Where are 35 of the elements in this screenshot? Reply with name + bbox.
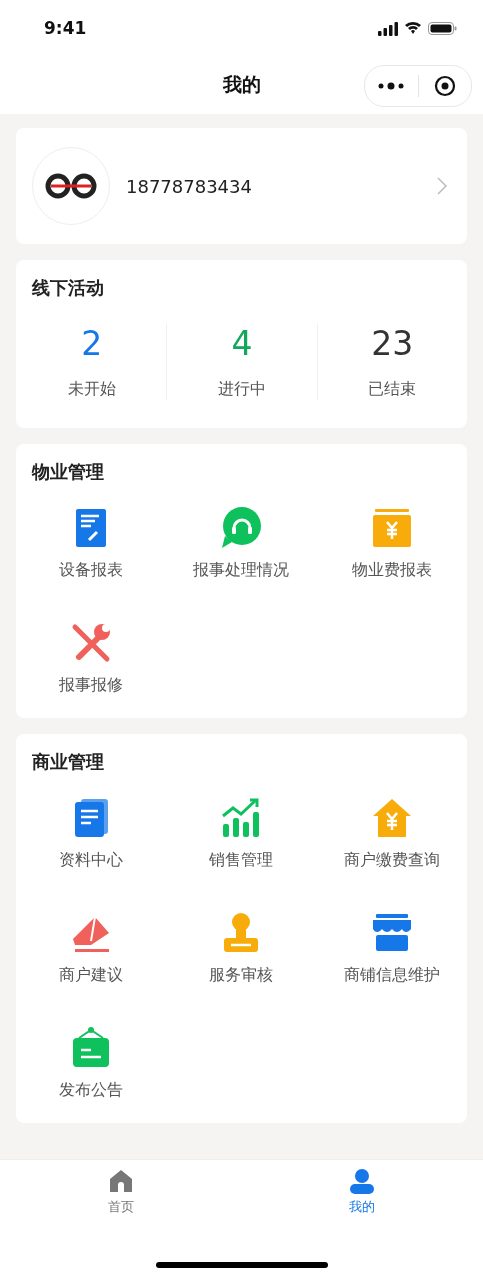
more-icon — [377, 82, 406, 90]
section-title: 线下活动 — [30, 276, 105, 300]
menu-item-label[interactable]: 报事报修 — [59, 675, 124, 696]
infinity-logo-icon — [43, 173, 99, 199]
menu-item-label[interactable]: 发布公告 — [59, 1080, 124, 1101]
menu-item-label[interactable]: 商户缴费查询 — [343, 850, 440, 871]
home-icon — [107, 1168, 134, 1194]
phone-number: 18778783434 — [126, 175, 253, 197]
target-icon — [433, 75, 456, 97]
tab-bar-item[interactable]: 我的 — [241, 1160, 483, 1216]
section-title: 物业管理 — [30, 460, 105, 484]
stat-label: 进行中 — [218, 379, 266, 400]
menu-item-label[interactable]: 物业费报表 — [351, 560, 432, 581]
battery-icon — [428, 21, 457, 35]
stat-count[interactable]: 23 — [371, 324, 414, 363]
menu-item-label[interactable]: 销售管理 — [209, 850, 274, 871]
user-icon — [349, 1168, 376, 1194]
menu-item-label[interactable]: 服务审核 — [209, 965, 274, 986]
stat-label: 已结束 — [368, 379, 417, 400]
headset-chat-icon — [219, 506, 264, 550]
menu-item-label[interactable]: 设备报表 — [59, 560, 124, 581]
section-title: 商业管理 — [31, 750, 105, 774]
chevron-right-icon — [437, 177, 447, 195]
status-time: 9:41 — [44, 18, 87, 38]
stat-label: 未开始 — [67, 379, 116, 400]
menu-item-label[interactable]: 报事处理情况 — [193, 560, 290, 581]
menu-item-label[interactable]: 商铺信息维护 — [343, 965, 440, 986]
profile-card[interactable]: 18778783434 — [16, 128, 467, 244]
wifi-icon — [404, 21, 422, 35]
signal-icon — [378, 20, 398, 36]
tab-bar-item[interactable]: 首页 — [0, 1160, 242, 1216]
page-title: 我的 — [222, 72, 261, 97]
menu-item-label[interactable]: 商户建议 — [59, 965, 124, 986]
stat-count[interactable]: 2 — [81, 324, 103, 363]
menu-item-label[interactable]: 资料中心 — [59, 850, 124, 871]
